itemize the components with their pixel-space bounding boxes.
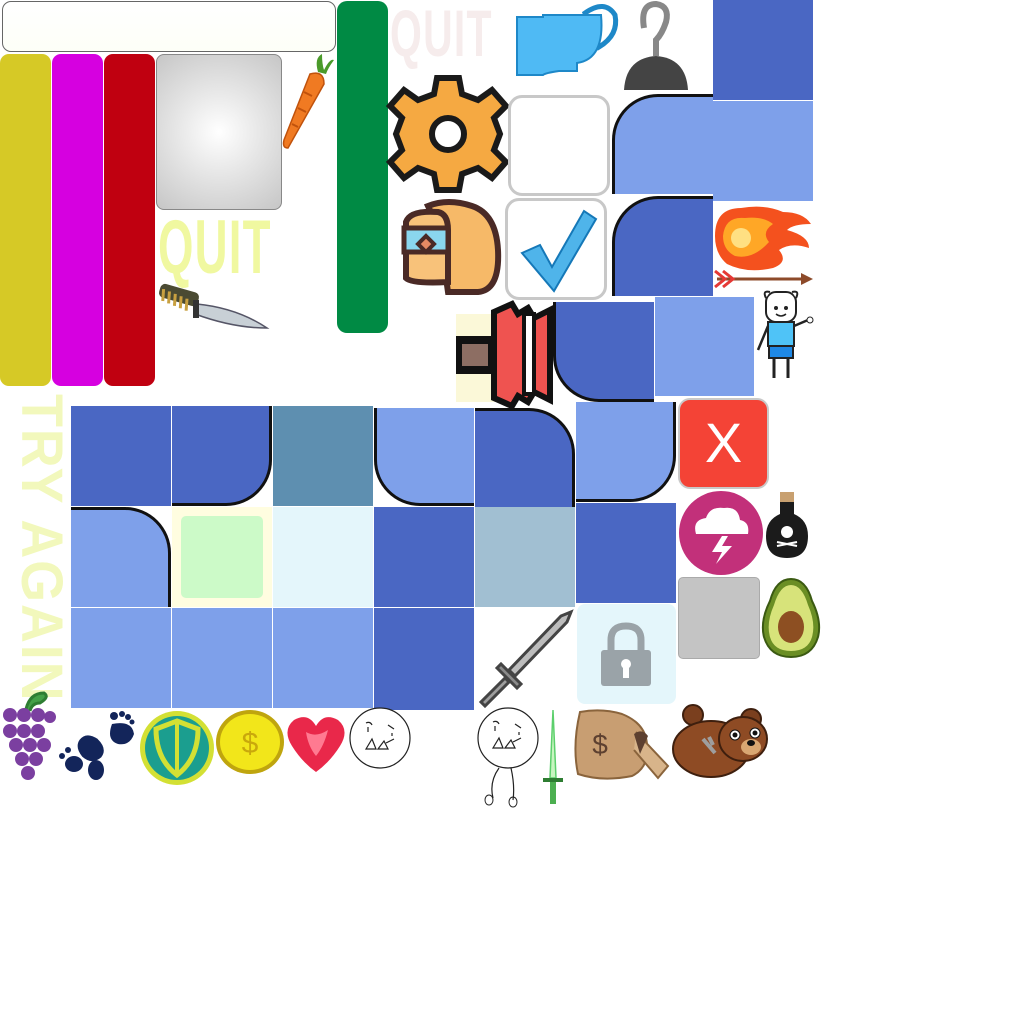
tile-light-rounded[interactable] xyxy=(612,94,713,194)
backpack-icon[interactable] xyxy=(398,199,502,296)
locked-slot[interactable] xyxy=(577,604,676,704)
doodle-face-icon xyxy=(349,707,411,769)
tile-ice[interactable] xyxy=(273,507,373,607)
tile-steel[interactable] xyxy=(273,406,373,506)
tile-light-rounded[interactable] xyxy=(576,402,676,502)
tile-dark[interactable] xyxy=(713,0,813,100)
tile-dark-rounded[interactable] xyxy=(475,408,575,508)
svg-text:$: $ xyxy=(242,727,259,760)
bear-icon xyxy=(672,704,768,778)
tile-dark[interactable] xyxy=(576,503,676,603)
arrow-icon xyxy=(714,269,813,289)
tile-light[interactable] xyxy=(655,297,754,396)
knife-icon xyxy=(159,283,270,329)
tile-dark[interactable] xyxy=(71,406,171,506)
tile-mint[interactable] xyxy=(172,507,272,607)
tile-dark[interactable] xyxy=(374,608,474,710)
tile-light-rounded[interactable] xyxy=(374,408,474,506)
avocado-icon xyxy=(761,577,821,659)
lock-icon xyxy=(601,622,651,686)
red-bar[interactable] xyxy=(104,54,155,386)
grapes-icon xyxy=(3,691,56,780)
money-bag-icon: $ xyxy=(574,709,670,780)
tile-dark-rounded[interactable] xyxy=(612,196,713,296)
quit-button[interactable]: QUIT xyxy=(158,210,272,286)
tile-light-rounded[interactable] xyxy=(71,507,171,607)
tile-mist[interactable] xyxy=(475,507,575,607)
close-button[interactable]: X xyxy=(678,398,769,489)
try-again-button[interactable]: TRY AGAIN xyxy=(9,394,74,702)
finn-character xyxy=(756,290,814,378)
green-bar[interactable] xyxy=(337,1,388,333)
magenta-bar[interactable] xyxy=(52,54,103,386)
grey-panel[interactable] xyxy=(156,54,282,210)
heart-icon xyxy=(287,717,345,772)
hook-icon xyxy=(624,0,688,90)
gear-icon[interactable] xyxy=(385,75,511,193)
empty-checkbox[interactable] xyxy=(508,95,610,196)
crown-banner-icon xyxy=(456,300,553,410)
yellow-bar[interactable] xyxy=(0,54,51,386)
checked-checkbox[interactable] xyxy=(505,198,607,300)
sword-icon xyxy=(478,609,574,709)
name-input-field[interactable] xyxy=(2,1,336,52)
footprints-icon xyxy=(59,711,135,780)
tile-dark[interactable] xyxy=(374,507,474,607)
poison-bottle-icon xyxy=(766,492,808,558)
tile-light[interactable] xyxy=(71,608,171,708)
tile-light[interactable] xyxy=(713,101,813,201)
gold-coin-icon: $ xyxy=(216,710,284,774)
tile-dark-rounded[interactable] xyxy=(553,302,654,402)
checkmark-icon xyxy=(520,209,598,293)
quit-button-faded[interactable]: QUIT xyxy=(390,0,493,66)
storm-cloud-icon xyxy=(679,491,763,575)
tile-light[interactable] xyxy=(273,608,373,708)
carrot-icon xyxy=(282,54,334,149)
doodle-figure-icon xyxy=(477,707,539,808)
fireball-icon xyxy=(715,206,811,271)
grey-slot[interactable] xyxy=(678,577,760,659)
trophy-icon xyxy=(516,4,619,76)
tile-light[interactable] xyxy=(172,608,272,708)
tile-dark-rounded[interactable] xyxy=(172,406,272,506)
glowing-sword-icon xyxy=(543,709,563,804)
shield-coin-icon xyxy=(140,711,214,785)
svg-text:$: $ xyxy=(592,729,608,760)
